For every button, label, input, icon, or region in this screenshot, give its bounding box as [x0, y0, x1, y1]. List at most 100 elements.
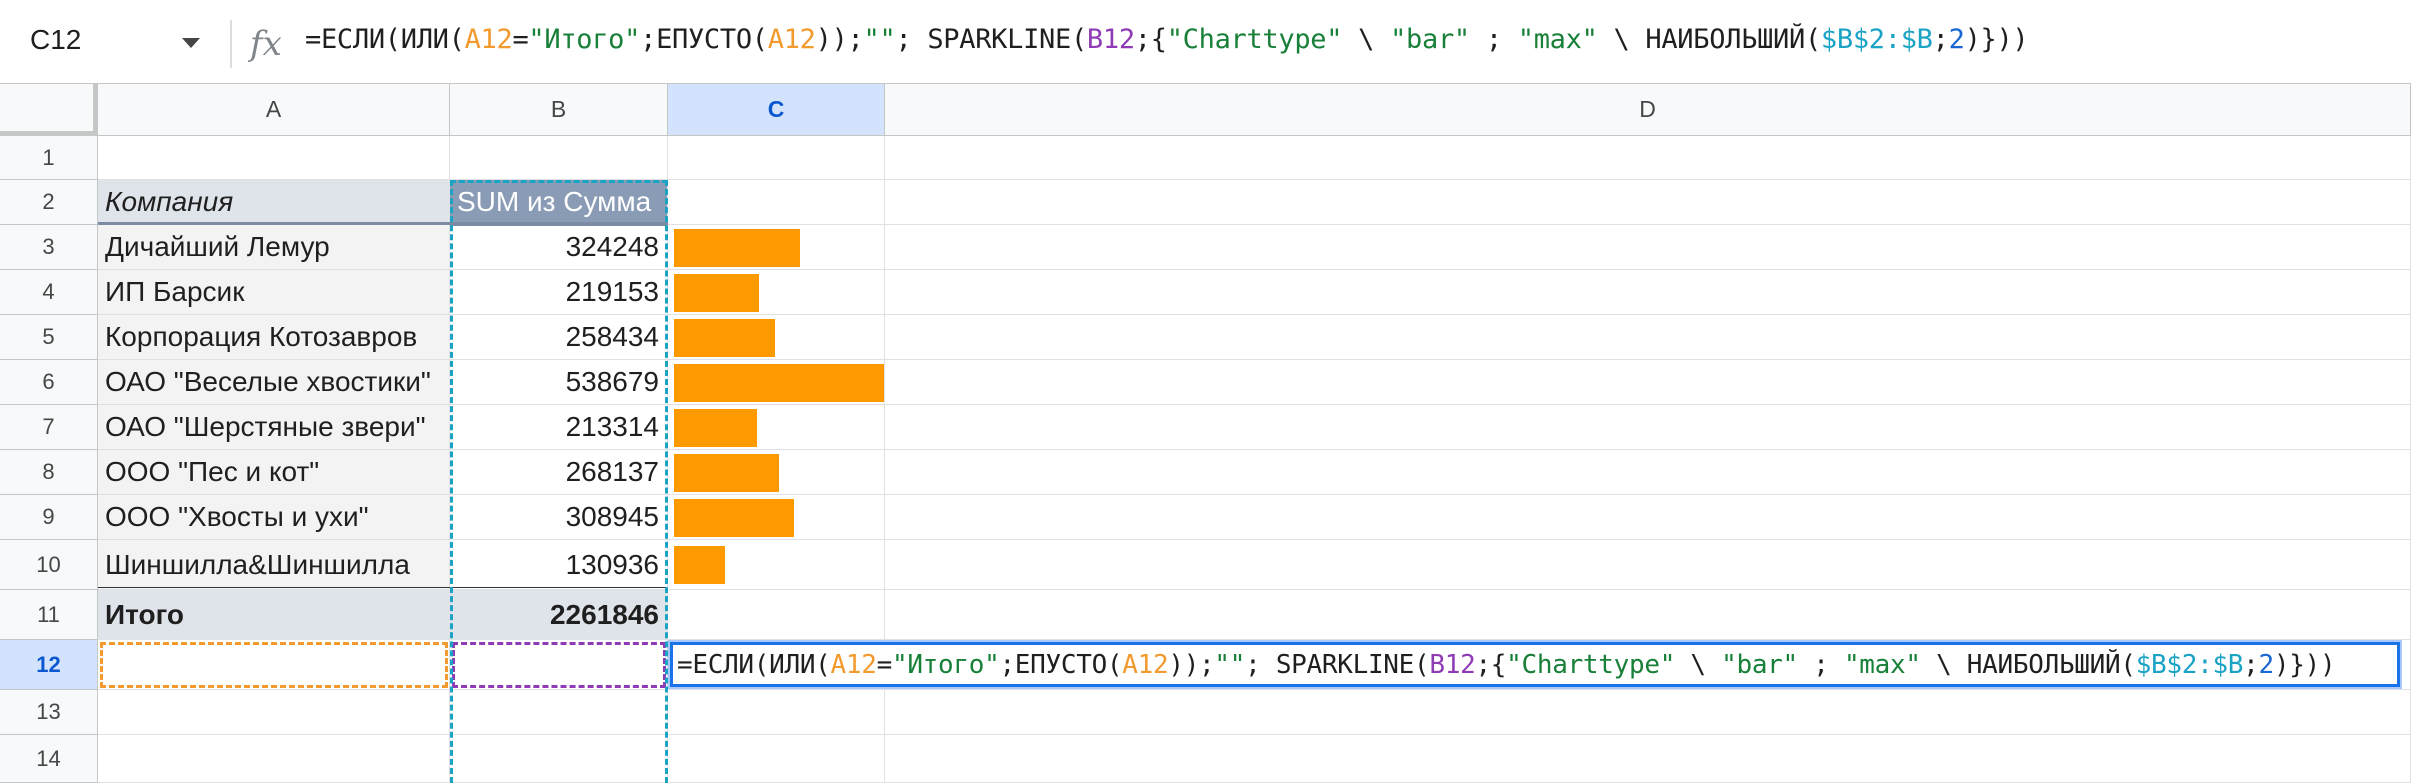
total-value[interactable]: 2261846 [450, 590, 668, 640]
row-header-13[interactable]: 13 [0, 690, 98, 735]
sparkline-bar [674, 453, 779, 492]
grid-cell[interactable] [885, 405, 2411, 450]
row-header-2[interactable]: 2 [0, 180, 98, 225]
table-cell-company[interactable]: Дичайший Лемур [98, 225, 450, 270]
row-header-11[interactable]: 11 [0, 590, 98, 640]
grid-cell[interactable] [668, 180, 885, 225]
formula-token: ; [1932, 24, 1949, 55]
sparkline-bar [674, 273, 759, 312]
formula-token: ;{ [1475, 649, 1507, 680]
grid-cell[interactable] [668, 590, 885, 640]
table-cell-company[interactable]: ОАО "Шерстяные звери" [98, 405, 450, 450]
column-header-d[interactable]: D [885, 84, 2411, 136]
sparkline-bar [674, 318, 775, 357]
grid-cell[interactable] [885, 136, 2411, 180]
grid-cell[interactable] [885, 540, 2411, 590]
formula-token: B12 [1429, 649, 1476, 680]
formula-input[interactable]: =ЕСЛИ(ИЛИ(A12="Итого";ЕПУСТО(A12));""; S… [305, 24, 2029, 55]
row-header-9[interactable]: 9 [0, 495, 98, 540]
formula-token: ;{ [1134, 24, 1167, 55]
table-cell-company[interactable]: ООО "Пес и кот" [98, 450, 450, 495]
table-cell-company[interactable]: Шиншилла&Шиншилла [98, 540, 450, 590]
table-cell-sum[interactable]: 213314 [450, 405, 668, 450]
table-cell-company[interactable]: ОАО "Веселые хвостики" [98, 360, 450, 405]
grid-cell[interactable] [450, 690, 668, 735]
row-header-1[interactable]: 1 [0, 136, 98, 180]
formula-token: "" [863, 24, 896, 55]
formula-token: "max" [1517, 24, 1598, 55]
sparkline-bar [674, 228, 800, 267]
grid-cell[interactable] [98, 136, 450, 180]
row-header-8[interactable]: 8 [0, 450, 98, 495]
table-cell-sum[interactable]: 324248 [450, 225, 668, 270]
name-box-ref: C12 [30, 24, 82, 55]
table-cell-sum[interactable]: 219153 [450, 270, 668, 315]
formula-token: A12 [830, 649, 877, 680]
row-header-14[interactable]: 14 [0, 735, 98, 783]
formula-token: )); [815, 24, 864, 55]
formula-token: A12 [1122, 649, 1169, 680]
row-header-5[interactable]: 5 [0, 315, 98, 360]
grid-cell[interactable] [668, 690, 885, 735]
total-label[interactable]: Итого [98, 590, 450, 640]
grid-cell[interactable] [885, 495, 2411, 540]
table-header-sum[interactable]: SUM из Сумма [450, 180, 668, 225]
formula-token: A12 [767, 24, 816, 55]
table-cell-sum[interactable]: 268137 [450, 450, 668, 495]
grid-cell[interactable] [885, 590, 2411, 640]
formula-token: "" [1214, 649, 1246, 680]
row-header-7[interactable]: 7 [0, 405, 98, 450]
grid-cell[interactable] [885, 690, 2411, 735]
formula-token: $B$2:$B [1820, 24, 1933, 55]
table-cell-company[interactable]: Корпорация Котозавров [98, 315, 450, 360]
select-all-corner[interactable] [0, 84, 98, 136]
formula-token: = [876, 649, 893, 680]
table-cell-sum[interactable]: 538679 [450, 360, 668, 405]
table-cell-company[interactable]: ИП Барсик [98, 270, 450, 315]
formula-token: "Charttype" [1506, 649, 1676, 680]
sparkline-bar [674, 363, 884, 402]
formula-token: = [512, 24, 529, 55]
formula-token: $B$2:$B [2135, 649, 2244, 680]
row-header-12[interactable]: 12 [0, 640, 98, 690]
formula-token: B12 [1086, 24, 1135, 55]
table-cell-sum[interactable]: 130936 [450, 540, 668, 590]
grid-cell[interactable] [885, 180, 2411, 225]
grid-cell[interactable] [668, 735, 885, 783]
table-header-company[interactable]: Компания [98, 180, 450, 225]
table-cell-sum[interactable]: 258434 [450, 315, 668, 360]
grid-cell[interactable] [885, 360, 2411, 405]
grid-cell[interactable] [98, 690, 450, 735]
table-cell-company[interactable]: ООО "Хвосты и ухи" [98, 495, 450, 540]
reference-highlight-b-top [450, 180, 668, 183]
name-box[interactable]: C12 [0, 0, 225, 83]
sparkline-bar [674, 408, 757, 447]
row-header-4[interactable]: 4 [0, 270, 98, 315]
table-cell-sum[interactable]: 308945 [450, 495, 668, 540]
column-header-b[interactable]: B [450, 84, 668, 136]
row-header-6[interactable]: 6 [0, 360, 98, 405]
formula-token: )); [1168, 649, 1215, 680]
grid-cell[interactable] [885, 225, 2411, 270]
cell-editor-c12[interactable]: =ЕСЛИ(ИЛИ(A12 = "Итого" ;ЕПУСТО(A12)); ""; S… [670, 642, 2400, 687]
column-header-a[interactable]: A [98, 84, 450, 136]
formula-bar: C12 fx =ЕСЛИ(ИЛИ(A12="Итого";ЕПУСТО(A12)… [0, 0, 2411, 84]
reference-highlight-b12 [452, 642, 666, 688]
formula-token: ;ЕПУСТО( [640, 24, 768, 55]
formula-token: \ НАИБОЛЬШИЙ( [1597, 24, 1821, 55]
formula-token: ; [1469, 24, 1518, 55]
grid-cell[interactable] [450, 735, 668, 783]
row-header-10[interactable]: 10 [0, 540, 98, 590]
chevron-down-icon[interactable] [182, 38, 200, 48]
column-header-c[interactable]: C [668, 84, 885, 136]
formula-token: "Итого" [891, 649, 1000, 680]
grid-cell[interactable] [885, 270, 2411, 315]
grid-cell[interactable] [450, 136, 668, 180]
grid-cell[interactable] [668, 136, 885, 180]
grid-cell[interactable] [98, 735, 450, 783]
formula-token: "bar" [1721, 649, 1798, 680]
row-header-3[interactable]: 3 [0, 225, 98, 270]
grid-cell[interactable] [885, 735, 2411, 783]
grid-cell[interactable] [885, 315, 2411, 360]
grid-cell[interactable] [885, 450, 2411, 495]
